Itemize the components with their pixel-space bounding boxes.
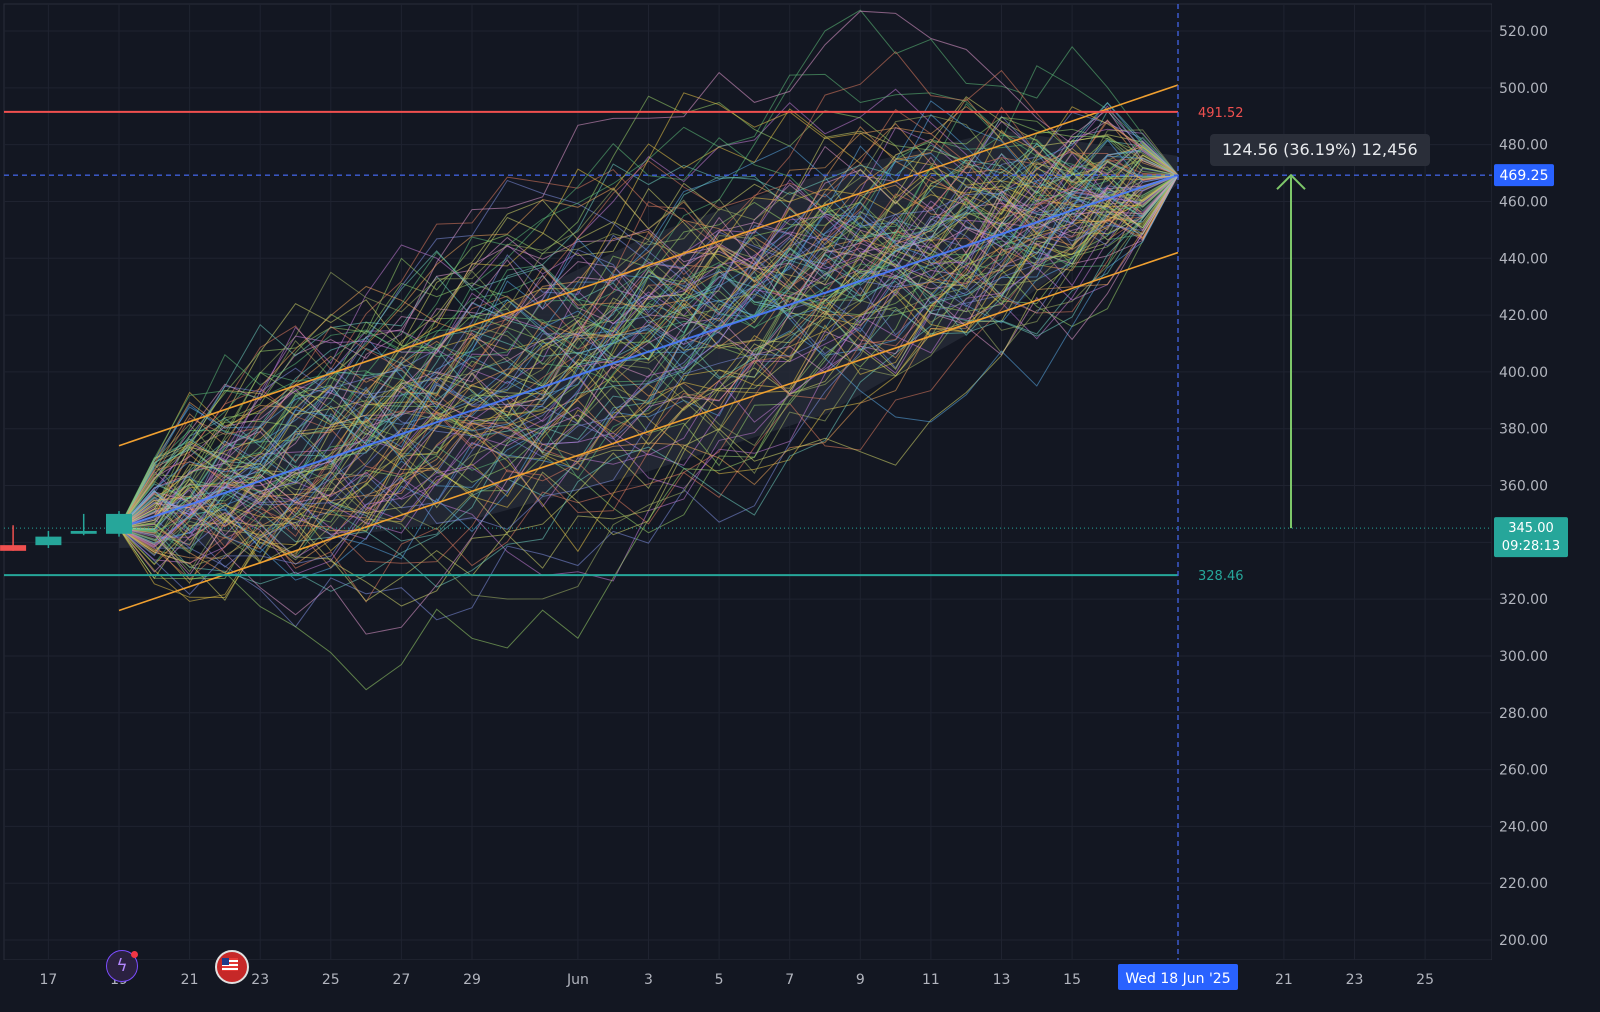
- candle-body: [106, 513, 132, 534]
- time-tick-label: 5: [715, 972, 724, 988]
- price-tick-label: 240.00: [1499, 819, 1548, 835]
- price-tick-label: 480.00: [1499, 138, 1548, 154]
- candle-body: [70, 530, 97, 534]
- price-tick-label: 360.00: [1499, 479, 1548, 495]
- price-tick-label: 460.00: [1499, 194, 1548, 210]
- price-tick-label: 420.00: [1499, 308, 1548, 324]
- price-scale: 520.00 500.00 480.00 460.00 440.00 420.00 400.…: [1492, 0, 1600, 1012]
- crosshair-date-label: Wed 18 Jun '25: [1125, 971, 1230, 987]
- candle-body: [0, 545, 27, 551]
- measure-tooltip: 124.56 (36.19%) 12,456: [1210, 134, 1430, 166]
- time-tick-label: 17: [39, 972, 57, 988]
- time-tick-label: 11: [922, 972, 940, 988]
- price-chart[interactable]: 491.52 328.46 520.00 500.00 480.00 460.00 440.…: [0, 0, 1600, 1012]
- time-tick-label: 29: [463, 972, 481, 988]
- price-tick-label: 300.00: [1499, 649, 1548, 665]
- price-tick-label: 520.00: [1499, 24, 1548, 40]
- crosshair-price-label: 469.25: [1500, 168, 1549, 184]
- resistance-label: 491.52: [1198, 106, 1244, 121]
- price-tick-label: 320.00: [1499, 592, 1548, 608]
- price-tick-label: 400.00: [1499, 365, 1548, 381]
- current-price-label: 345.00: [1508, 521, 1554, 536]
- price-tick-label: 220.00: [1499, 876, 1548, 892]
- price-tick-label: 260.00: [1499, 763, 1548, 779]
- price-tick-label: 440.00: [1499, 251, 1548, 267]
- bar-countdown-label: 09:28:13: [1502, 539, 1560, 554]
- time-tick-label: Jun: [566, 972, 589, 988]
- time-tick-label: 13: [993, 972, 1011, 988]
- price-tick-label: 380.00: [1499, 422, 1548, 438]
- time-tick-label: 25: [322, 972, 340, 988]
- time-tick-label: 23: [251, 972, 269, 988]
- notification-dot: [131, 951, 138, 958]
- price-tick-label: 500.00: [1499, 81, 1548, 97]
- time-tick-label: 7: [785, 972, 794, 988]
- time-tick-label: 15: [1063, 972, 1081, 988]
- time-tick-label: 3: [644, 972, 653, 988]
- lightning-event-icon[interactable]: ϟ: [106, 950, 138, 982]
- time-tick-label: 25: [1416, 972, 1434, 988]
- time-tick-label: 9: [856, 972, 865, 988]
- price-tick-label: 280.00: [1499, 706, 1548, 722]
- time-tick-label: 23: [1346, 972, 1364, 988]
- support-label: 328.46: [1198, 569, 1244, 584]
- candle-body: [35, 536, 62, 546]
- time-tick-label: 27: [392, 972, 410, 988]
- time-tick-label: 21: [1275, 972, 1293, 988]
- us-flag-event-icon[interactable]: [215, 950, 249, 984]
- price-tick-label: 200.00: [1499, 933, 1548, 949]
- time-tick-label: 21: [181, 972, 199, 988]
